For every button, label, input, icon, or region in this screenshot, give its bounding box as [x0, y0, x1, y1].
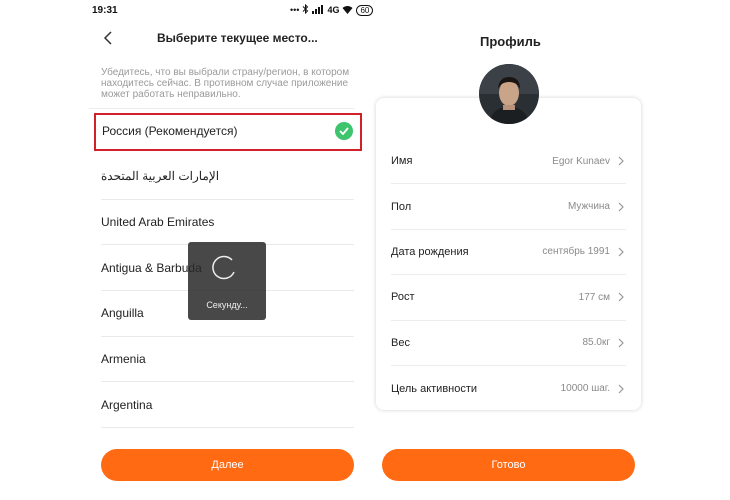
region-notice: Убедитесь, что вы выбрали страну/регион,… — [101, 67, 350, 100]
chevron-right-icon — [618, 202, 624, 212]
profile-row-activity-goal[interactable]: Цель активности 10000 шаг. — [391, 366, 626, 411]
chevron-right-icon — [618, 338, 624, 348]
row-label: Рост — [391, 291, 415, 304]
battery-indicator: 60 — [356, 4, 374, 16]
back-arrow-icon[interactable] — [100, 28, 116, 48]
profile-row-weight[interactable]: Вес 85.0кг — [391, 321, 626, 366]
notification-dots: ••• — [290, 5, 300, 15]
spinner-icon — [212, 255, 235, 280]
next-button[interactable]: Далее — [101, 449, 354, 481]
loading-dialog: Секунду... — [188, 242, 266, 320]
profile-row-height[interactable]: Рост 177 см — [391, 275, 626, 321]
chevron-right-icon — [618, 156, 624, 166]
avatar[interactable] — [479, 64, 539, 124]
country-label: الإمارات العربية المتحدة — [101, 169, 220, 184]
check-icon — [335, 122, 353, 140]
country-label: Argentina — [101, 397, 153, 412]
chevron-right-icon — [618, 384, 624, 394]
country-label: United Arab Emirates — [101, 215, 215, 230]
divider — [89, 108, 354, 109]
row-label: Вес — [391, 336, 410, 349]
status-time: 19:31 — [92, 5, 118, 16]
profile-row-gender[interactable]: Пол Мужчина — [391, 184, 626, 230]
row-label: Пол — [391, 200, 412, 213]
country-item-uae[interactable]: United Arab Emirates — [101, 200, 354, 246]
profile-row-name[interactable]: Имя Egor Kunaev — [391, 139, 626, 185]
wifi-icon — [342, 5, 353, 16]
country-item-uae-arabic[interactable]: الإمارات العربية المتحدة — [101, 154, 354, 200]
country-label: Antigua & Barbuda — [101, 260, 202, 275]
status-icons: ••• 4G 60 — [290, 3, 374, 16]
country-item-armenia[interactable]: Armenia — [101, 337, 354, 383]
profile-row-birthdate[interactable]: Дата рождения сентябрь 1991 — [391, 230, 626, 276]
page-title: Выберите текущее место... — [157, 31, 318, 45]
network-type: 4G — [327, 5, 340, 15]
signal-icon — [312, 4, 324, 16]
row-label: Цель активности — [391, 382, 478, 395]
row-value: Мужчина — [567, 201, 610, 213]
row-value: сентябрь 1991 — [542, 246, 610, 258]
country-label: Armenia — [101, 352, 146, 367]
chevron-right-icon — [618, 292, 624, 302]
chevron-right-icon — [618, 247, 624, 257]
loading-label: Секунду... — [206, 300, 248, 310]
row-value: 177 см — [578, 291, 610, 303]
recommended-country-label: Россия (Рекомендуется) — [102, 124, 238, 138]
profile-title: Профиль — [480, 34, 541, 49]
row-label: Дата рождения — [391, 245, 469, 258]
country-item-argentina[interactable]: Argentina — [101, 382, 354, 429]
row-value: 85.0кг — [582, 337, 611, 349]
row-value: 10000 шаг. — [560, 383, 610, 395]
done-button[interactable]: Готово — [382, 449, 635, 481]
country-label: Anguilla — [101, 306, 144, 321]
row-value: Egor Kunaev — [552, 155, 610, 167]
row-label: Имя — [391, 155, 413, 168]
profile-card: Имя Egor Kunaev Пол Мужчина Дата рождени… — [376, 98, 641, 410]
bluetooth-icon — [302, 3, 309, 16]
